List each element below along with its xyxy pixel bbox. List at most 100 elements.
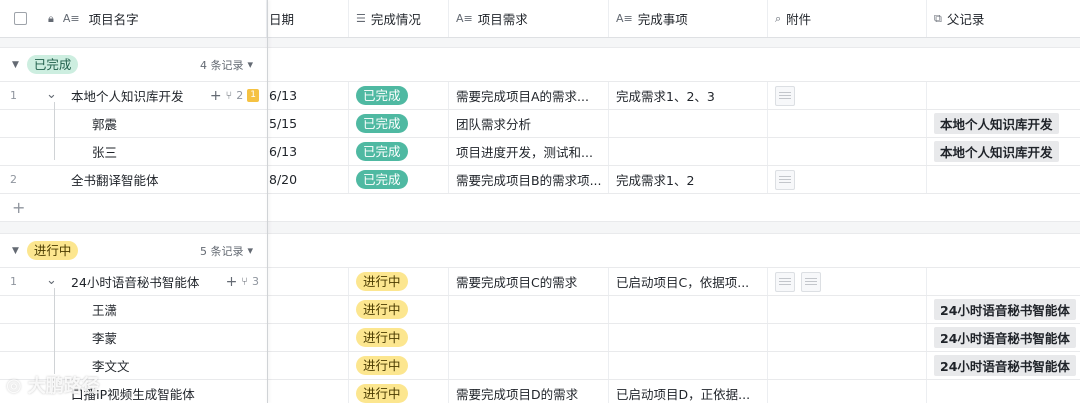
chevron-down-icon[interactable]: ▾ <box>248 58 254 71</box>
table-row[interactable]: 李蒙 进行中 24小时语音秘书智能体 <box>0 324 1080 352</box>
attachment-thumbnail[interactable] <box>801 271 821 292</box>
add-record-row[interactable]: + <box>0 194 1080 222</box>
date-cell[interactable] <box>267 268 349 295</box>
attach-cell[interactable] <box>768 110 927 137</box>
expand-chevron-icon[interactable]: ⌄ <box>46 273 57 288</box>
date-cell[interactable] <box>267 380 349 403</box>
items-cell[interactable]: 完成需求1、2、3 <box>609 82 768 109</box>
expand-chevron-icon[interactable]: ⌄ <box>46 87 57 102</box>
header-attach-cell[interactable]: ⌕ 附件 <box>768 0 927 37</box>
header-date-cell[interactable]: 日期 <box>267 0 349 37</box>
attach-cell[interactable] <box>768 82 927 109</box>
parent-record-link[interactable]: 本地个人知识库开发 <box>934 113 1059 134</box>
status-cell[interactable]: 已完成 <box>349 138 449 165</box>
table-row[interactable]: 郭震 5/15 已完成 团队需求分析 本地个人知识库开发 <box>0 110 1080 138</box>
req-cell[interactable]: 需要完成项目D的需求 <box>449 380 609 403</box>
name-cell[interactable]: 1 ⌄ 本地个人知识库开发 + ⑂ 2 1 <box>0 82 267 109</box>
date-cell[interactable]: 8/20 <box>267 166 349 193</box>
date-cell[interactable]: 5/15 <box>267 110 349 137</box>
parent-record-link[interactable]: 24小时语音秘书智能体 <box>934 299 1076 320</box>
group-count[interactable]: 4 条记录 ▾ <box>200 48 253 81</box>
add-subrecord-icon[interactable]: + <box>210 88 222 104</box>
req-cell[interactable]: 团队需求分析 <box>449 110 609 137</box>
attach-cell[interactable] <box>768 352 927 379</box>
header-items-cell[interactable]: A≡ 完成事项 <box>609 0 768 37</box>
name-cell[interactable]: 郭震 <box>0 110 267 137</box>
header-status-cell[interactable]: ☰ 完成情况 <box>349 0 449 37</box>
freeze-divider[interactable] <box>267 0 268 403</box>
items-cell[interactable] <box>609 324 768 351</box>
chevron-down-icon[interactable]: ▾ <box>248 244 254 257</box>
parent-cell[interactable]: 本地个人知识库开发 <box>927 138 1080 165</box>
status-cell[interactable]: 已完成 <box>349 110 449 137</box>
table-row[interactable]: 李文文 进行中 24小时语音秘书智能体 <box>0 352 1080 380</box>
status-cell[interactable]: 已完成 <box>349 166 449 193</box>
attach-cell[interactable] <box>768 138 927 165</box>
attachment-thumbnail[interactable] <box>775 271 795 292</box>
group-count[interactable]: 5 条记录 ▾ <box>200 234 253 267</box>
group-header[interactable]: ▼ 已完成 4 条记录 ▾ <box>0 48 1080 82</box>
items-cell[interactable] <box>609 138 768 165</box>
date-cell[interactable]: 6/13 <box>267 82 349 109</box>
header-parent-cell[interactable]: ⧉ 父记录 <box>927 0 1080 37</box>
items-cell[interactable] <box>609 352 768 379</box>
parent-cell[interactable]: 24小时语音秘书智能体 <box>927 324 1080 351</box>
name-cell[interactable]: 李蒙 <box>0 324 267 351</box>
comment-badge[interactable]: 1 <box>247 89 259 102</box>
status-cell[interactable]: 进行中 <box>349 296 449 323</box>
name-cell[interactable]: 王潇 <box>0 296 267 323</box>
status-cell[interactable]: 进行中 <box>349 380 449 403</box>
table-row[interactable]: 口播IP视频生成智能体 进行中 需要完成项目D的需求 已启动项目D，正依据... <box>0 380 1080 403</box>
parent-cell[interactable]: 24小时语音秘书智能体 <box>927 296 1080 323</box>
items-cell[interactable]: 已启动项目D，正依据... <box>609 380 768 403</box>
items-cell[interactable] <box>609 110 768 137</box>
table-row[interactable]: 2 全书翻译智能体 8/20 已完成 需要完成项目B的需求项... 完成需求1、2 <box>0 166 1080 194</box>
status-cell[interactable]: 进行中 <box>349 324 449 351</box>
parent-cell[interactable] <box>927 380 1080 403</box>
parent-cell[interactable] <box>927 82 1080 109</box>
parent-record-link[interactable]: 本地个人知识库开发 <box>934 141 1059 162</box>
add-subrecord-icon[interactable]: + <box>226 274 238 290</box>
table-row[interactable]: 1 ⌄ 本地个人知识库开发 + ⑂ 2 1 6/13 已完成 需要完成项目A的需求... 完成需求1… <box>0 82 1080 110</box>
header-name-cell[interactable]: 🔒︎ A≡ 项目名字 <box>0 0 267 37</box>
table-row[interactable]: 王潇 进行中 24小时语音秘书智能体 <box>0 296 1080 324</box>
status-cell[interactable]: 进行中 <box>349 268 449 295</box>
attach-cell[interactable] <box>768 296 927 323</box>
header-req-cell[interactable]: A≡ 项目需求 <box>449 0 609 37</box>
attach-cell[interactable] <box>768 324 927 351</box>
table-row[interactable]: 1 ⌄ 24小时语音秘书智能体 + ⑂ 3 进行中 需要完成项目C的需求 已启动项目C，依据项.… <box>0 268 1080 296</box>
parent-cell[interactable]: 24小时语音秘书智能体 <box>927 352 1080 379</box>
req-cell[interactable]: 需要完成项目A的需求... <box>449 82 609 109</box>
req-cell[interactable]: 需要完成项目B的需求项... <box>449 166 609 193</box>
parent-cell[interactable] <box>927 166 1080 193</box>
name-cell[interactable]: 张三 <box>0 138 267 165</box>
req-cell[interactable] <box>449 296 609 323</box>
table-row[interactable]: 张三 6/13 已完成 项目进度开发，测试和... 本地个人知识库开发 <box>0 138 1080 166</box>
group-header[interactable]: ▼ 进行中 5 条记录 ▾ <box>0 234 1080 268</box>
attachment-thumbnail[interactable] <box>775 169 795 190</box>
attach-cell[interactable] <box>768 380 927 403</box>
parent-record-link[interactable]: 24小时语音秘书智能体 <box>934 355 1076 376</box>
attach-cell[interactable] <box>768 166 927 193</box>
parent-cell[interactable] <box>927 268 1080 295</box>
items-cell[interactable] <box>609 296 768 323</box>
parent-cell[interactable]: 本地个人知识库开发 <box>927 110 1080 137</box>
attachment-thumbnail[interactable] <box>775 85 795 106</box>
req-cell[interactable]: 需要完成项目C的需求 <box>449 268 609 295</box>
date-cell[interactable] <box>267 352 349 379</box>
items-cell[interactable]: 完成需求1、2 <box>609 166 768 193</box>
date-cell[interactable] <box>267 324 349 351</box>
items-cell[interactable]: 已启动项目C，依据项... <box>609 268 768 295</box>
date-cell[interactable]: 6/13 <box>267 138 349 165</box>
name-cell[interactable]: 1 ⌄ 24小时语音秘书智能体 + ⑂ 3 <box>0 268 267 295</box>
req-cell[interactable] <box>449 324 609 351</box>
caret-down-icon[interactable]: ▼ <box>12 60 19 70</box>
attach-cell[interactable] <box>768 268 927 295</box>
status-cell[interactable]: 进行中 <box>349 352 449 379</box>
select-all-checkbox[interactable] <box>14 12 27 25</box>
name-cell[interactable]: 2 全书翻译智能体 <box>0 166 267 193</box>
req-cell[interactable] <box>449 352 609 379</box>
status-cell[interactable]: 已完成 <box>349 82 449 109</box>
date-cell[interactable] <box>267 296 349 323</box>
req-cell[interactable]: 项目进度开发，测试和... <box>449 138 609 165</box>
